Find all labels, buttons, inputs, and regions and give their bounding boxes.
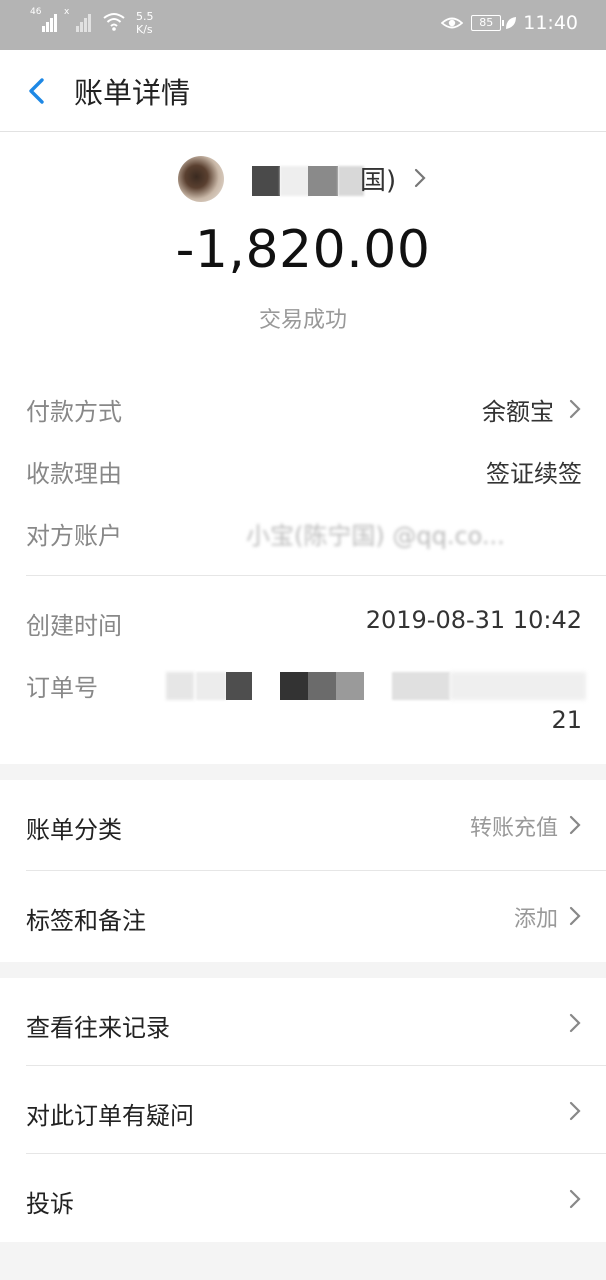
counterparty-value-blurred: 小宝(陈宁国) @qq.co... bbox=[246, 522, 505, 550]
no-signal-mark: x bbox=[64, 7, 70, 17]
battery-level: 85 bbox=[479, 16, 494, 29]
order-question-item[interactable]: 对此订单有疑问 bbox=[0, 1066, 606, 1156]
order-number-row: 订单号 21 bbox=[26, 668, 586, 738]
chevron-right-icon bbox=[569, 399, 581, 419]
transaction-amount: -1,820.00 bbox=[175, 220, 431, 280]
status-bar: 46 x 5.5 K/s 85 11:40 bbox=[0, 0, 606, 50]
chevron-right-icon bbox=[569, 1013, 581, 1033]
chevron-right-icon bbox=[569, 1189, 581, 1209]
payee-avatar[interactable] bbox=[178, 156, 224, 202]
back-arrow-icon[interactable] bbox=[22, 74, 52, 108]
speed-unit: K/s bbox=[136, 23, 153, 36]
chevron-right-icon bbox=[569, 815, 581, 835]
chevron-right-icon[interactable] bbox=[410, 166, 430, 190]
details-divider bbox=[26, 575, 606, 576]
transaction-status: 交易成功 bbox=[258, 308, 347, 333]
wifi-icon bbox=[103, 13, 125, 31]
battery-icon: 85 bbox=[471, 15, 505, 31]
counterparty-row: 对方账户 小宝(陈宁国) @qq.co... bbox=[26, 516, 582, 556]
chevron-right-icon bbox=[569, 906, 581, 926]
chevron-right-icon bbox=[569, 1101, 581, 1121]
status-right: 85 11:40 bbox=[441, 12, 578, 34]
bill-category-item[interactable]: 账单分类 转账充值 bbox=[0, 780, 606, 870]
payment-method-row[interactable]: 付款方式 余额宝 bbox=[26, 392, 582, 432]
cell-signal-2-icon: x bbox=[64, 7, 92, 32]
navigation-bar: 账单详情 bbox=[0, 50, 606, 132]
leaf-icon bbox=[506, 17, 517, 29]
counterparty-label: 对方账户 bbox=[26, 522, 122, 550]
network-type-label: 46 bbox=[30, 7, 42, 17]
network-speed: 5.5 K/s bbox=[136, 10, 154, 36]
payment-reason-value: 签证续签 bbox=[486, 460, 582, 488]
actions-card: 查看往来记录 对此订单有疑问 投诉 bbox=[0, 978, 606, 1242]
view-history-label: 查看往来记录 bbox=[26, 1014, 170, 1042]
order-number-tail: 21 bbox=[551, 706, 582, 734]
bill-summary-card: 国) -1,820.00 交易成功 付款方式 余额宝 收款理由 签证续签 对方账… bbox=[0, 132, 606, 764]
bill-meta-card: 账单分类 转账充值 标签和备注 添加 bbox=[0, 780, 606, 962]
cell-signal-1-icon: 46 bbox=[30, 7, 58, 32]
order-number-masked bbox=[166, 672, 586, 700]
tags-notes-value: 添加 bbox=[513, 907, 558, 932]
bill-category-value: 转账充值 bbox=[469, 816, 558, 841]
payment-reason-label: 收款理由 bbox=[26, 460, 122, 488]
eye-icon bbox=[441, 17, 464, 29]
payee-name-suffix[interactable]: 国) bbox=[360, 160, 396, 197]
view-history-item[interactable]: 查看往来记录 bbox=[0, 978, 606, 1068]
bill-category-label: 账单分类 bbox=[26, 816, 122, 844]
page-title: 账单详情 bbox=[74, 76, 191, 110]
created-time-label: 创建时间 bbox=[26, 612, 122, 640]
status-left: 46 x 5.5 K/s bbox=[30, 7, 154, 37]
payment-reason-row: 收款理由 签证续签 bbox=[26, 454, 582, 494]
tags-notes-item[interactable]: 标签和备注 添加 bbox=[0, 871, 606, 961]
order-number-label: 订单号 bbox=[26, 674, 98, 702]
payment-method-label: 付款方式 bbox=[26, 398, 122, 426]
created-time-value: 2019-08-31 10:42 bbox=[365, 606, 582, 634]
created-time-row: 创建时间 2019-08-31 10:42 bbox=[26, 606, 582, 646]
clock: 11:40 bbox=[523, 12, 578, 34]
payment-method-value: 余额宝 bbox=[482, 398, 554, 426]
complaint-item[interactable]: 投诉 bbox=[0, 1154, 606, 1244]
order-question-label: 对此订单有疑问 bbox=[26, 1102, 194, 1130]
tags-notes-label: 标签和备注 bbox=[26, 907, 146, 935]
complaint-label: 投诉 bbox=[26, 1190, 74, 1218]
speed-value: 5.5 bbox=[136, 10, 154, 23]
